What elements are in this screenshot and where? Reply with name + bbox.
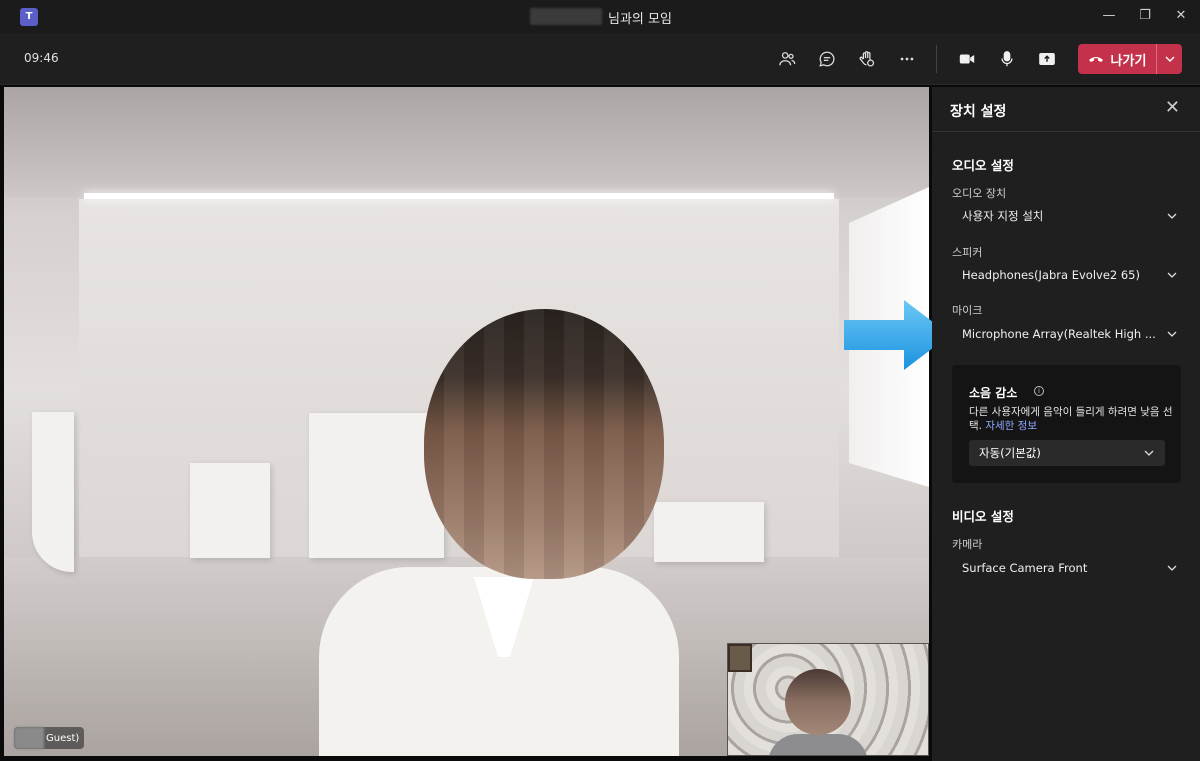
minimize-button[interactable]: — — [1094, 6, 1124, 26]
people-icon[interactable] — [774, 47, 800, 71]
participant-name: Guest) — [46, 732, 80, 744]
self-view-frame — [728, 644, 752, 672]
mic-icon[interactable] — [994, 47, 1020, 71]
self-view-face-pixelated — [785, 669, 851, 735]
audio-section-title: 오디오 설정 — [952, 158, 1014, 173]
video-section-title: 비디오 설정 — [952, 509, 1014, 524]
meeting-toolbar: 09:46 나가기 — [0, 33, 1200, 85]
leave-label: 나가기 — [1110, 53, 1147, 69]
raise-hand-icon[interactable] — [854, 47, 880, 71]
speaker-dropdown[interactable]: Headphones(Jabra Evolve2 65) — [952, 261, 1188, 289]
audio-device-dropdown[interactable]: 사용자 지정 설치 — [952, 202, 1188, 230]
chevron-down-icon — [1165, 56, 1174, 62]
video-light-strip — [84, 193, 834, 199]
audio-device-label: 오디오 장치 — [952, 187, 1007, 200]
chevron-down-icon — [1144, 450, 1154, 456]
mic-dropdown[interactable]: Microphone Array(Realtek High ... — [952, 320, 1188, 348]
chevron-down-icon — [1167, 565, 1177, 571]
noise-suppression-dropdown[interactable]: 자동(기본값) — [969, 440, 1165, 466]
camera-label: 카메라 — [952, 538, 983, 551]
mic-value: Microphone Array(Realtek High ... — [962, 327, 1156, 341]
noise-suppression-title: 소음 감소 — [969, 386, 1018, 400]
redacted-name — [530, 8, 602, 25]
speaker-label: 스피커 — [952, 246, 983, 259]
redacted-name — [14, 727, 44, 749]
hangup-icon — [1088, 57, 1103, 62]
meeting-timer: 09:46 — [24, 51, 59, 65]
leave-main[interactable]: 나가기 — [1078, 44, 1156, 74]
camera-dropdown[interactable]: Surface Camera Front — [952, 554, 1188, 582]
backdrop-panel — [190, 463, 270, 558]
chevron-down-icon — [1167, 331, 1177, 337]
backdrop-panel — [32, 412, 74, 572]
teams-logo-icon: T — [20, 8, 38, 26]
close-window-button[interactable]: ✕ — [1166, 6, 1196, 26]
camera-icon[interactable] — [954, 47, 980, 71]
restore-button[interactable]: ❐ — [1130, 6, 1160, 26]
backdrop-panel — [654, 502, 764, 562]
audio-device-value: 사용자 지정 설치 — [962, 209, 1044, 223]
camera-value: Surface Camera Front — [962, 561, 1088, 575]
noise-suppression-value: 자동(기본값) — [979, 446, 1041, 460]
title-bar: T 님과의 모임 — ❐ ✕ — [0, 0, 1200, 33]
window-title: 님과의 모임 — [608, 12, 672, 27]
self-view-body — [768, 734, 868, 755]
self-view-video[interactable] — [727, 643, 929, 756]
info-icon[interactable]: i — [1034, 386, 1044, 396]
more-icon[interactable] — [894, 47, 920, 71]
close-icon[interactable]: ✕ — [1165, 99, 1180, 117]
participant-face-pixelated — [424, 309, 664, 579]
video-ceiling — [4, 87, 929, 197]
chevron-down-icon — [1167, 213, 1177, 219]
chat-icon[interactable] — [814, 47, 840, 71]
mic-label: 마이크 — [952, 304, 983, 317]
noise-suppression-description: 다른 사용자에게 음악이 들리게 하려면 낮음 선택. 자세한 정보 — [969, 405, 1179, 433]
speaker-value: Headphones(Jabra Evolve2 65) — [962, 268, 1140, 282]
device-settings-panel: 장치 설정 ✕ 오디오 설정 오디오 장치 사용자 지정 설치 스피커 Head… — [932, 87, 1200, 761]
leave-options-button[interactable] — [1156, 44, 1182, 74]
panel-header: 장치 설정 ✕ — [932, 87, 1200, 132]
learn-more-link[interactable]: 자세한 정보 — [985, 420, 1037, 432]
chevron-down-icon — [1167, 272, 1177, 278]
panel-title: 장치 설정 — [950, 104, 1007, 120]
share-icon[interactable] — [1034, 47, 1060, 71]
toolbar-divider — [936, 45, 937, 73]
participant-name-tag: Guest) — [14, 727, 85, 749]
noise-suppression-card: 소음 감소 i 다른 사용자에게 음악이 들리게 하려면 낮음 선택. 자세한 … — [952, 365, 1181, 483]
leave-button[interactable]: 나가기 — [1078, 44, 1182, 74]
